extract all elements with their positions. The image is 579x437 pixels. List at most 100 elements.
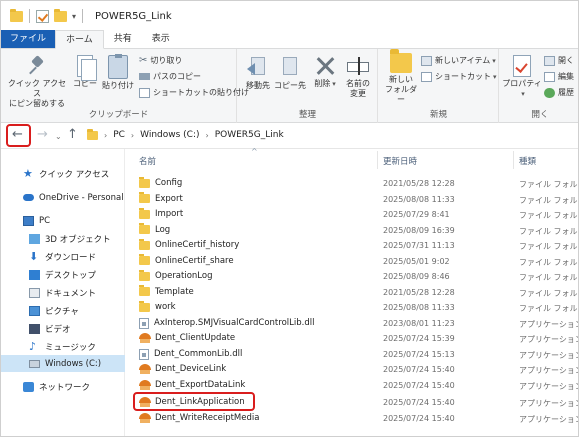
nav-item-quick-access[interactable]: ★ クイック アクセス [1,165,125,182]
copy-path-label: パスのコピー [153,72,201,81]
table-row[interactable]: Dent_CommonLib.dll 2025/07/24 15:13 アプリケ… [125,347,578,363]
up-arrow-icon[interactable]: ↑ [67,128,78,142]
quick-access-dropdown-icon[interactable]: ▾ [72,12,76,21]
rename-button[interactable]: 名前の 変更 [342,55,374,99]
column-header-row: ^ 名前 更新日時 種類 [125,147,578,171]
table-row[interactable]: work 2025/08/08 11:33 ファイル フォルダー [125,300,578,316]
file-type: アプリケーション [519,366,579,375]
tab-home[interactable]: ホーム [55,30,104,49]
copy-path-button[interactable]: パスのコピー [139,71,201,82]
paste-shortcut-button[interactable]: ショートカットの貼り付け [139,87,249,98]
column-header-name[interactable]: 名前 [139,155,156,167]
folder-icon [139,238,150,250]
copy-to-button[interactable]: コピー先 [274,55,306,91]
move-to-label: 移動先 [246,81,270,90]
properties-button[interactable]: プロパティ ▾ [502,55,542,99]
open-label: 開く [558,56,574,65]
tab-share[interactable]: 共有 [104,30,142,48]
table-row[interactable]: OnlineCertif_share 2025/05/01 9:02 ファイル … [125,254,578,270]
table-row[interactable]: AxInterop.SMJVisualCardControlLib.dll 20… [125,316,578,332]
table-row[interactable]: OnlineCertif_history 2025/07/31 11:13 ファ… [125,238,578,254]
nav-item-documents[interactable]: ドキュメント [1,284,125,301]
file-date: 2021/05/28 12:28 [383,287,455,297]
open-button[interactable]: 開く [544,55,574,66]
copy-to-label: コピー先 [274,81,306,90]
breadcrumb-drive[interactable]: Windows (C:) [140,130,199,140]
folder-icon [139,300,150,312]
document-icon [29,287,40,298]
move-to-button[interactable]: 移動先 [242,55,274,91]
file-name: Config [155,178,183,188]
file-name: Export [155,193,183,204]
properties-check-icon[interactable] [36,9,49,23]
download-icon: ⬇ [29,249,39,263]
table-row[interactable]: OperationLog 2025/08/09 8:46 ファイル フォルダー [125,269,578,285]
chevron-right-icon[interactable]: › [206,131,209,140]
cube-icon [29,233,40,244]
copy-path-icon [139,73,150,80]
file-date: 2025/08/09 8:46 [383,272,450,281]
ribbon: クイック アクセス にピン留めする コピー 貼り付け ✂ 切り取り パスのコピー [1,49,578,123]
new-folder-button[interactable]: 新しい フォルダー [383,49,419,105]
shortcut-label: ショートカット [435,72,491,81]
nav-item-3d-objects[interactable]: 3D オブジェクト [1,230,125,247]
paste-icon [108,54,128,79]
breadcrumb-folder[interactable]: POWER5G_Link [215,130,284,140]
table-row[interactable]: Dent_ExportDataLink 2025/07/24 15:40 アプリ… [125,378,578,394]
edit-button[interactable]: 編集 [544,71,574,82]
copy-icon [77,55,97,81]
table-row[interactable]: Template 2021/05/28 12:28 ファイル フォルダー [125,285,578,301]
pin-icon [28,55,46,77]
table-row[interactable]: Dent_WriteReceiptMedia 2025/07/24 15:40 … [125,411,578,427]
nav-item-network[interactable]: ネットワーク [1,378,125,395]
table-row[interactable]: Import 2025/07/29 8:41 ファイル フォルダー [125,207,578,223]
nav-item-pictures[interactable]: ピクチャ [1,302,125,319]
app-icon [139,413,151,423]
tab-view[interactable]: 表示 [142,30,180,48]
breadcrumb-pc[interactable]: PC [113,130,125,140]
file-name: OperationLog [155,271,213,281]
new-item-button[interactable]: 新しいアイテム ▾ [421,55,496,66]
column-header-date[interactable]: 更新日時 [383,155,417,167]
nav-item-music[interactable]: ♪ ミュージック [1,338,125,355]
recent-locations-chevron-icon[interactable]: ⌄ [55,130,62,144]
pin-label-line1: クイック アクセス [7,79,67,98]
cut-button[interactable]: ✂ 切り取り [139,55,182,66]
file-type: アプリケーション拡張 [519,319,578,329]
pin-quick-access-button[interactable]: クイック アクセス にピン留めする [5,55,69,109]
ribbon-tabs: ファイル ホーム 共有 表示 [1,30,578,49]
table-row[interactable]: Dent_DeviceLink 2025/07/24 15:40 アプリケーショ… [125,362,579,378]
shortcut-button[interactable]: ショートカット ▾ [421,71,497,82]
column-divider[interactable] [513,151,514,169]
nav-item-downloads[interactable]: ⬇ ダウンロード [1,248,125,265]
column-header-type[interactable]: 種類 [519,155,536,167]
file-date: 2025/05/01 9:02 [383,256,450,266]
new-folder-quick-icon[interactable] [54,8,67,22]
file-type: ファイル フォルダー [519,242,578,251]
table-row[interactable]: Export 2025/08/08 11:33 ファイル フォルダー [125,192,578,208]
tab-file[interactable]: ファイル [1,30,56,48]
chevron-right-icon: › [104,130,108,140]
table-row[interactable]: Log 2025/08/09 16:39 ファイル フォルダー [125,223,578,239]
forward-arrow-icon[interactable]: → [37,128,48,142]
app-icon [139,333,151,343]
table-row[interactable]: Config 2021/05/28 12:28 ファイル フォルダー [125,176,578,192]
nav-item-pc[interactable]: PC [1,212,125,229]
file-date: 2025/07/31 11:13 [383,241,455,250]
delete-button[interactable]: 削除 ▾ [312,55,338,89]
nav-item-label: Windows (C:) [45,358,102,369]
file-date: 2025/07/24 15:40 [383,398,455,407]
chevron-right-icon[interactable]: › [131,131,134,140]
back-button-highlight [6,124,31,147]
nav-item-onedrive[interactable]: OneDrive - Personal [1,189,125,206]
column-divider[interactable] [377,151,378,169]
new-folder-icon [390,49,412,73]
nav-item-videos[interactable]: ビデオ [1,320,125,337]
nav-item-desktop[interactable]: デスクトップ [1,266,125,283]
table-row[interactable]: Dent_ClientUpdate 2025/07/24 15:39 アプリケー… [125,331,578,347]
paste-button[interactable]: 貼り付け [101,54,135,91]
nav-item-label: 3D オブジェクト [45,234,111,245]
nav-item-windows-drive[interactable]: Windows (C:) [1,355,125,372]
copy-button[interactable]: コピー [71,55,99,89]
history-button[interactable]: 履歴 [544,87,574,98]
